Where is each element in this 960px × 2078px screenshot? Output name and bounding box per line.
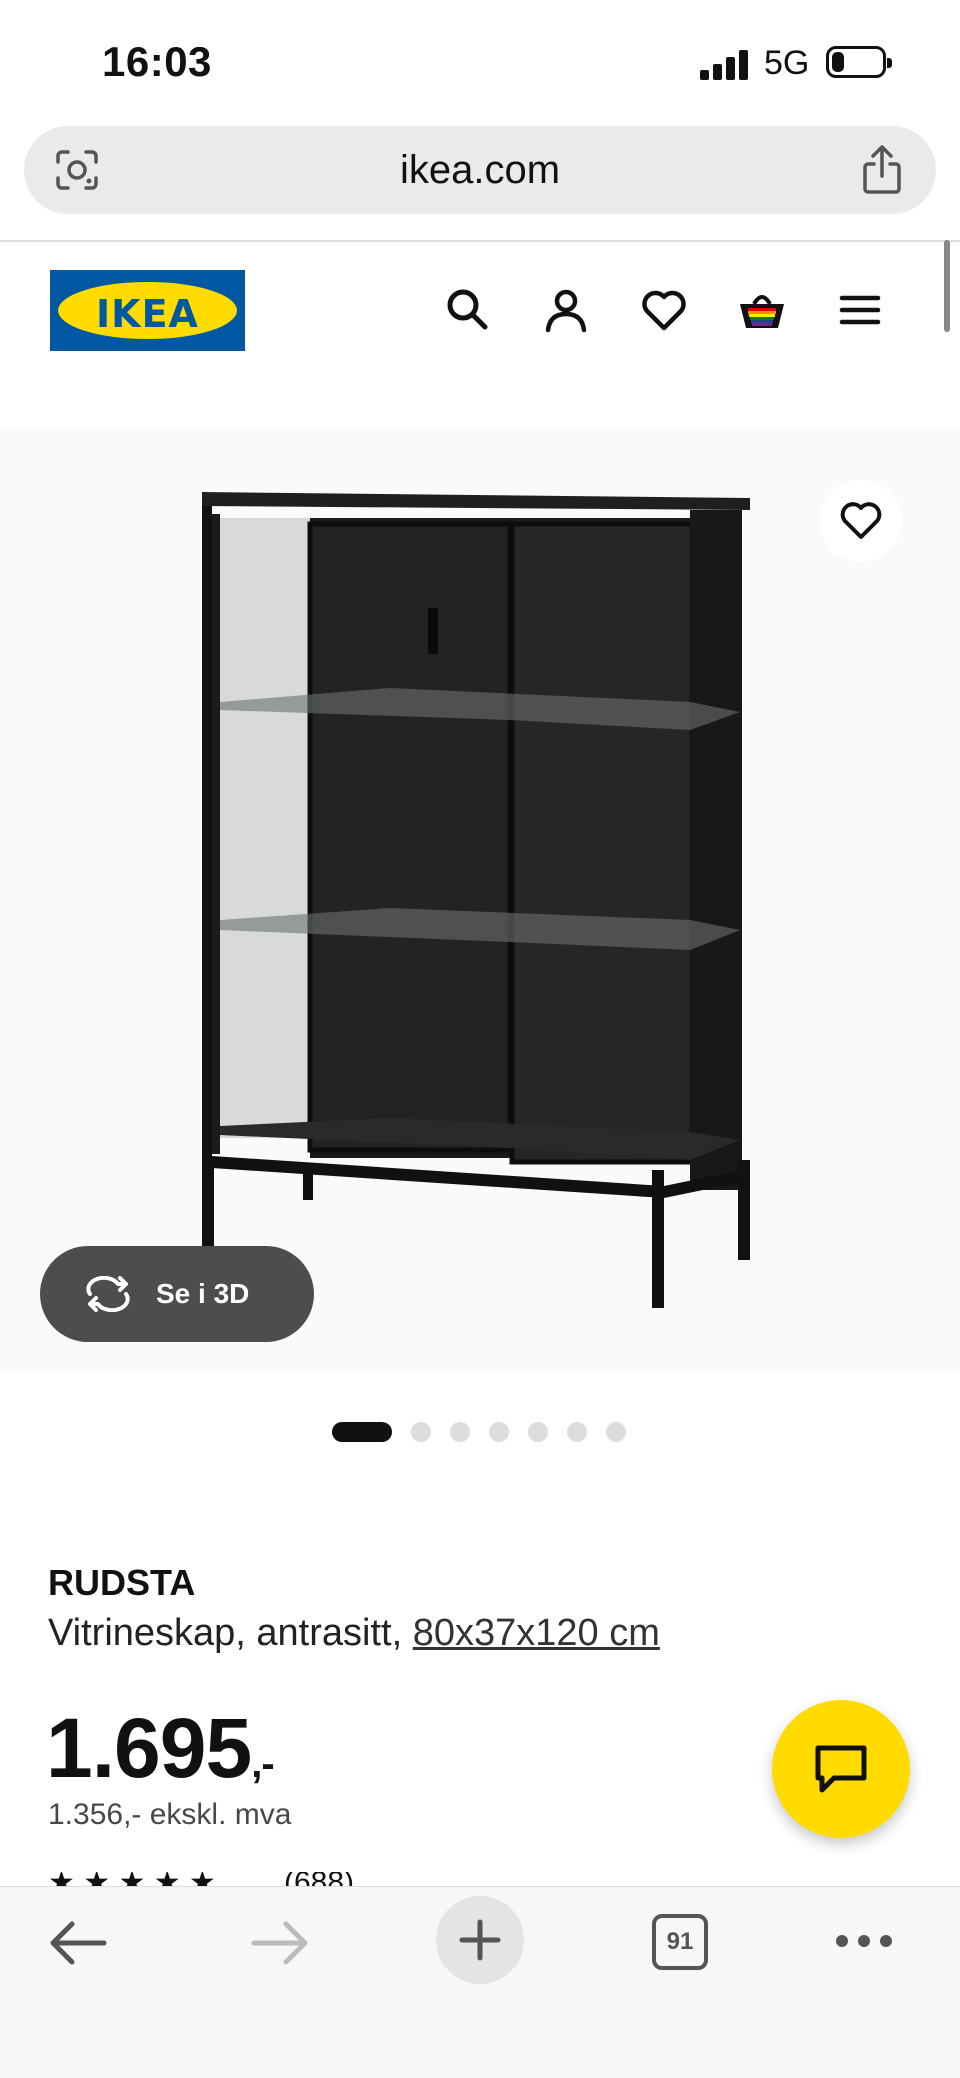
view-in-3d-button[interactable]: Se i 3D	[40, 1246, 314, 1342]
battery-icon	[826, 46, 892, 78]
tabs-button[interactable]: 91	[652, 1914, 708, 1970]
battery-level	[832, 52, 844, 72]
pagination-dot[interactable]	[450, 1422, 470, 1442]
product-name: RUDSTA	[48, 1562, 196, 1603]
divider	[0, 240, 960, 242]
status-time: 16:03	[102, 38, 212, 85]
search-icon[interactable]	[442, 284, 494, 336]
pagination-dot-active[interactable]	[332, 1422, 392, 1442]
rotate-3d-icon	[86, 1276, 130, 1312]
product-price: 1.695,-	[46, 1700, 275, 1797]
pagination-dot[interactable]	[528, 1422, 548, 1442]
product-type-text: Vitrineskap, antrasitt,	[48, 1612, 403, 1654]
pagination-dot[interactable]	[489, 1422, 509, 1442]
pagination-dot[interactable]	[606, 1422, 626, 1442]
url-text[interactable]: ikea.com	[24, 148, 936, 193]
network-label: 5G	[764, 44, 810, 82]
product-image[interactable]	[190, 480, 770, 1320]
favourites-icon[interactable]	[638, 284, 690, 336]
menu-icon[interactable]	[834, 284, 886, 336]
address-bar[interactable]: ikea.com	[24, 126, 936, 214]
price-suffix: ,-	[251, 1742, 274, 1786]
view-in-3d-label: Se i 3D	[156, 1278, 250, 1309]
rating-stars: ★ ★ ★ ★ ★	[48, 1872, 216, 1886]
price-value: 1.695	[46, 1701, 252, 1795]
status-bar: 16:03 5G	[0, 0, 960, 120]
signal-icon	[700, 48, 752, 80]
product-rating[interactable]: ★ ★ ★ ★ ★ (688)	[48, 1872, 368, 1886]
scrollbar[interactable]	[944, 240, 950, 332]
heart-icon	[840, 502, 882, 539]
more-icon[interactable]	[834, 1930, 894, 1952]
pagination-dot[interactable]	[411, 1422, 431, 1442]
pagination-dot[interactable]	[567, 1422, 587, 1442]
account-icon[interactable]	[540, 284, 592, 336]
forward-icon[interactable]	[250, 1918, 310, 1968]
new-tab-button[interactable]	[436, 1896, 524, 1984]
rating-count: (688)	[284, 1872, 354, 1886]
chat-icon	[815, 1745, 867, 1793]
ikea-logo[interactable]: IKEA	[50, 270, 245, 351]
plus-icon	[459, 1919, 501, 1961]
price-excl-vat: 1.356,- ekskl. mva	[48, 1798, 292, 1831]
product-dimensions-link[interactable]: 80x37x120 cm	[413, 1612, 660, 1654]
product-description: Vitrineskap, antrasitt, 80x37x120 cm	[48, 1612, 660, 1655]
back-icon[interactable]	[48, 1918, 108, 1968]
save-to-favourites-button[interactable]	[820, 480, 902, 562]
basket-icon[interactable]	[736, 284, 788, 336]
share-icon[interactable]	[860, 144, 904, 196]
chat-button[interactable]	[772, 1700, 910, 1838]
logo-text: IKEA	[96, 292, 199, 336]
